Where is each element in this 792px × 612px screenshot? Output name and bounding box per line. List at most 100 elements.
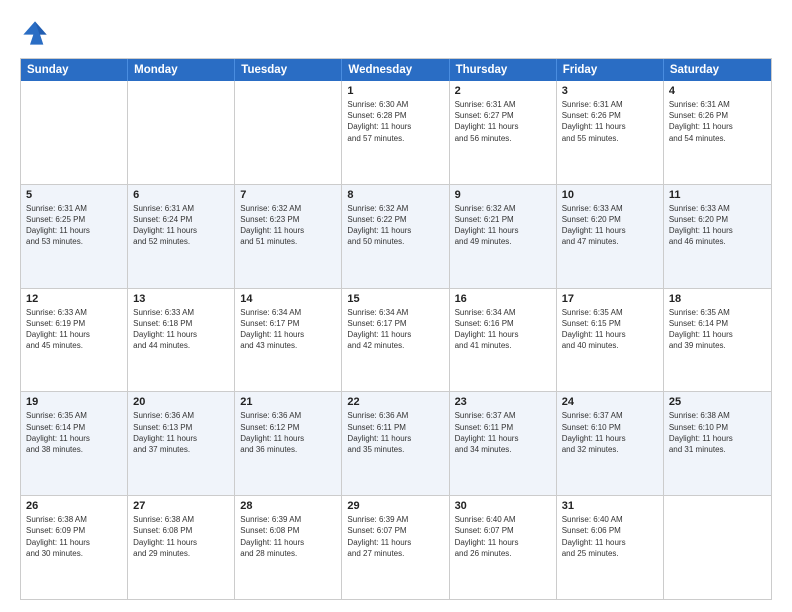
calendar-cell: 14 Sunrise: 6:34 AM Sunset: 6:17 PM Dayli… [235, 289, 342, 392]
day-number: 31 [562, 500, 658, 512]
calendar-cell: 16Sunrise: 6:34 AM Sunset: 6:16 PM Dayli… [450, 289, 557, 392]
calendar-cell: 18Sunrise: 6:35 AM Sunset: 6:14 PM Dayli… [664, 289, 771, 392]
calendar-cell: 26 Sunrise: 6:38 AM Sunset: 6:09 PM Dayli… [21, 496, 128, 599]
calendar-cell: 31 Sunrise: 6:40 AM Sunset: 6:06 PM Dayli… [557, 496, 664, 599]
cell-info: Sunrise: 6:33 AM Sunset: 6:18 PM Dayligh… [133, 307, 229, 352]
day-number: 14 [240, 293, 336, 305]
cell-info: Sunrise: 6:31 AM Sunset: 6:26 PM Dayligh… [562, 99, 658, 144]
day-number: 3 [562, 85, 658, 97]
calendar-cell [235, 81, 342, 184]
calendar-cell [21, 81, 128, 184]
day-number: 20 [133, 396, 229, 408]
day-number: 5 [26, 189, 122, 201]
calendar-cell: 25 Sunrise: 6:38 AM Sunset: 6:10 PM Dayli… [664, 392, 771, 495]
cell-info: Sunrise: 6:34 AM Sunset: 6:17 PM Dayligh… [240, 307, 336, 352]
day-number: 13 [133, 293, 229, 305]
calendar-cell: 7 Sunrise: 6:32 AM Sunset: 6:23 PM Daylig… [235, 185, 342, 288]
cell-info: Sunrise: 6:33 AM Sunset: 6:20 PM Dayligh… [562, 203, 658, 248]
day-number: 1 [347, 85, 443, 97]
cell-info: Sunrise: 6:30 AM Sunset: 6:28 PM Dayligh… [347, 99, 443, 144]
cell-info: Sunrise: 6:38 AM Sunset: 6:08 PM Dayligh… [133, 514, 229, 559]
calendar-cell [128, 81, 235, 184]
day-number: 15 [347, 293, 443, 305]
day-number: 2 [455, 85, 551, 97]
calendar-cell: 1 Sunrise: 6:30 AM Sunset: 6:28 PM Daylig… [342, 81, 449, 184]
calendar-cell: 2 Sunrise: 6:31 AM Sunset: 6:27 PM Daylig… [450, 81, 557, 184]
cal-header-day: Friday [557, 59, 664, 81]
cell-info: Sunrise: 6:31 AM Sunset: 6:27 PM Dayligh… [455, 99, 551, 144]
day-number: 12 [26, 293, 122, 305]
calendar-row: 5 Sunrise: 6:31 AM Sunset: 6:25 PM Daylig… [21, 184, 771, 288]
calendar-cell: 28 Sunrise: 6:39 AM Sunset: 6:08 PM Dayli… [235, 496, 342, 599]
calendar-row: 12 Sunrise: 6:33 AM Sunset: 6:19 PM Dayli… [21, 288, 771, 392]
calendar-cell: 20Sunrise: 6:36 AM Sunset: 6:13 PM Dayli… [128, 392, 235, 495]
day-number: 6 [133, 189, 229, 201]
day-number: 23 [455, 396, 551, 408]
cal-header-day: Monday [128, 59, 235, 81]
page: SundayMondayTuesdayWednesdayThursdayFrid… [0, 0, 792, 612]
calendar-cell: 27 Sunrise: 6:38 AM Sunset: 6:08 PM Dayli… [128, 496, 235, 599]
calendar-cell: 4Sunrise: 6:31 AM Sunset: 6:26 PM Daylig… [664, 81, 771, 184]
cell-info: Sunrise: 6:32 AM Sunset: 6:22 PM Dayligh… [347, 203, 443, 248]
calendar-cell: 9 Sunrise: 6:32 AM Sunset: 6:21 PM Daylig… [450, 185, 557, 288]
calendar-cell: 10Sunrise: 6:33 AM Sunset: 6:20 PM Dayli… [557, 185, 664, 288]
cell-info: Sunrise: 6:31 AM Sunset: 6:25 PM Dayligh… [26, 203, 122, 248]
day-number: 29 [347, 500, 443, 512]
day-number: 26 [26, 500, 122, 512]
day-number: 27 [133, 500, 229, 512]
header [20, 18, 772, 48]
calendar-cell: 12 Sunrise: 6:33 AM Sunset: 6:19 PM Dayli… [21, 289, 128, 392]
calendar-cell [664, 496, 771, 599]
calendar-cell: 23 Sunrise: 6:37 AM Sunset: 6:11 PM Dayli… [450, 392, 557, 495]
calendar-cell: 30Sunrise: 6:40 AM Sunset: 6:07 PM Dayli… [450, 496, 557, 599]
calendar-body: 1 Sunrise: 6:30 AM Sunset: 6:28 PM Daylig… [21, 81, 771, 599]
cal-header-day: Tuesday [235, 59, 342, 81]
cell-info: Sunrise: 6:32 AM Sunset: 6:23 PM Dayligh… [240, 203, 336, 248]
day-number: 7 [240, 189, 336, 201]
cell-info: Sunrise: 6:33 AM Sunset: 6:20 PM Dayligh… [669, 203, 766, 248]
cell-info: Sunrise: 6:32 AM Sunset: 6:21 PM Dayligh… [455, 203, 551, 248]
calendar-row: 26 Sunrise: 6:38 AM Sunset: 6:09 PM Dayli… [21, 495, 771, 599]
cell-info: Sunrise: 6:40 AM Sunset: 6:06 PM Dayligh… [562, 514, 658, 559]
calendar-row: 19Sunrise: 6:35 AM Sunset: 6:14 PM Dayli… [21, 391, 771, 495]
cell-info: Sunrise: 6:31 AM Sunset: 6:24 PM Dayligh… [133, 203, 229, 248]
cell-info: Sunrise: 6:33 AM Sunset: 6:19 PM Dayligh… [26, 307, 122, 352]
calendar-cell: 3 Sunrise: 6:31 AM Sunset: 6:26 PM Daylig… [557, 81, 664, 184]
cell-info: Sunrise: 6:39 AM Sunset: 6:08 PM Dayligh… [240, 514, 336, 559]
cell-info: Sunrise: 6:40 AM Sunset: 6:07 PM Dayligh… [455, 514, 551, 559]
logo-icon [20, 18, 50, 48]
day-number: 24 [562, 396, 658, 408]
cal-header-day: Saturday [664, 59, 771, 81]
calendar-cell: 29 Sunrise: 6:39 AM Sunset: 6:07 PM Dayli… [342, 496, 449, 599]
day-number: 25 [669, 396, 766, 408]
cal-header-day: Wednesday [342, 59, 449, 81]
day-number: 8 [347, 189, 443, 201]
cell-info: Sunrise: 6:36 AM Sunset: 6:12 PM Dayligh… [240, 410, 336, 455]
cal-header-day: Sunday [21, 59, 128, 81]
day-number: 9 [455, 189, 551, 201]
cell-info: Sunrise: 6:38 AM Sunset: 6:10 PM Dayligh… [669, 410, 766, 455]
calendar-cell: 19Sunrise: 6:35 AM Sunset: 6:14 PM Dayli… [21, 392, 128, 495]
day-number: 21 [240, 396, 336, 408]
calendar-cell: 6 Sunrise: 6:31 AM Sunset: 6:24 PM Daylig… [128, 185, 235, 288]
cell-info: Sunrise: 6:31 AM Sunset: 6:26 PM Dayligh… [669, 99, 766, 144]
calendar-cell: 24 Sunrise: 6:37 AM Sunset: 6:10 PM Dayli… [557, 392, 664, 495]
day-number: 16 [455, 293, 551, 305]
calendar-cell: 5 Sunrise: 6:31 AM Sunset: 6:25 PM Daylig… [21, 185, 128, 288]
cell-info: Sunrise: 6:37 AM Sunset: 6:10 PM Dayligh… [562, 410, 658, 455]
cell-info: Sunrise: 6:39 AM Sunset: 6:07 PM Dayligh… [347, 514, 443, 559]
day-number: 17 [562, 293, 658, 305]
calendar-cell: 13 Sunrise: 6:33 AM Sunset: 6:18 PM Dayli… [128, 289, 235, 392]
day-number: 28 [240, 500, 336, 512]
cell-info: Sunrise: 6:36 AM Sunset: 6:11 PM Dayligh… [347, 410, 443, 455]
cell-info: Sunrise: 6:35 AM Sunset: 6:15 PM Dayligh… [562, 307, 658, 352]
cell-info: Sunrise: 6:37 AM Sunset: 6:11 PM Dayligh… [455, 410, 551, 455]
calendar-row: 1 Sunrise: 6:30 AM Sunset: 6:28 PM Daylig… [21, 81, 771, 184]
calendar: SundayMondayTuesdayWednesdayThursdayFrid… [20, 58, 772, 600]
day-number: 18 [669, 293, 766, 305]
calendar-cell: 15Sunrise: 6:34 AM Sunset: 6:17 PM Dayli… [342, 289, 449, 392]
calendar-header: SundayMondayTuesdayWednesdayThursdayFrid… [21, 59, 771, 81]
calendar-cell: 17 Sunrise: 6:35 AM Sunset: 6:15 PM Dayli… [557, 289, 664, 392]
cell-info: Sunrise: 6:38 AM Sunset: 6:09 PM Dayligh… [26, 514, 122, 559]
logo [20, 18, 54, 48]
